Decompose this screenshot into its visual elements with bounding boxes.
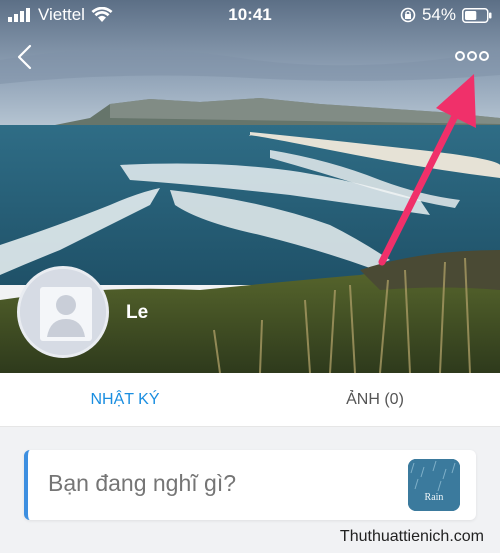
watermark: Thuthuattienich.com bbox=[339, 528, 484, 545]
composer-thumbnail[interactable]: Rain bbox=[408, 459, 460, 511]
orientation-lock-icon bbox=[400, 7, 416, 23]
avatar[interactable] bbox=[17, 266, 109, 358]
tab-diary[interactable]: NHẬT KÝ bbox=[0, 373, 250, 427]
cover-photo[interactable]: Viettel 10:41 54% Le bbox=[0, 0, 500, 373]
annotation-arrow bbox=[378, 74, 476, 266]
battery-percent: 54% bbox=[421, 5, 456, 24]
thumbnail-label: Rain bbox=[424, 492, 444, 503]
rain-thumbnail-image bbox=[408, 459, 460, 511]
status-bar: Viettel 10:41 54% bbox=[0, 0, 500, 30]
more-options-button[interactable] bbox=[452, 44, 492, 68]
profile-name: Le bbox=[126, 302, 149, 323]
chevron-left-icon bbox=[17, 44, 32, 70]
status-right: 54% bbox=[400, 5, 492, 25]
battery-icon bbox=[462, 7, 492, 23]
tab-photos[interactable]: ẢNH (0) bbox=[250, 373, 500, 427]
post-composer[interactable]: Rain bbox=[24, 450, 476, 520]
back-button[interactable] bbox=[12, 42, 40, 72]
profile-tabs: NHẬT KÝ ẢNH (0) bbox=[0, 373, 500, 427]
status-input[interactable] bbox=[48, 470, 388, 497]
more-dots-icon bbox=[455, 51, 489, 61]
